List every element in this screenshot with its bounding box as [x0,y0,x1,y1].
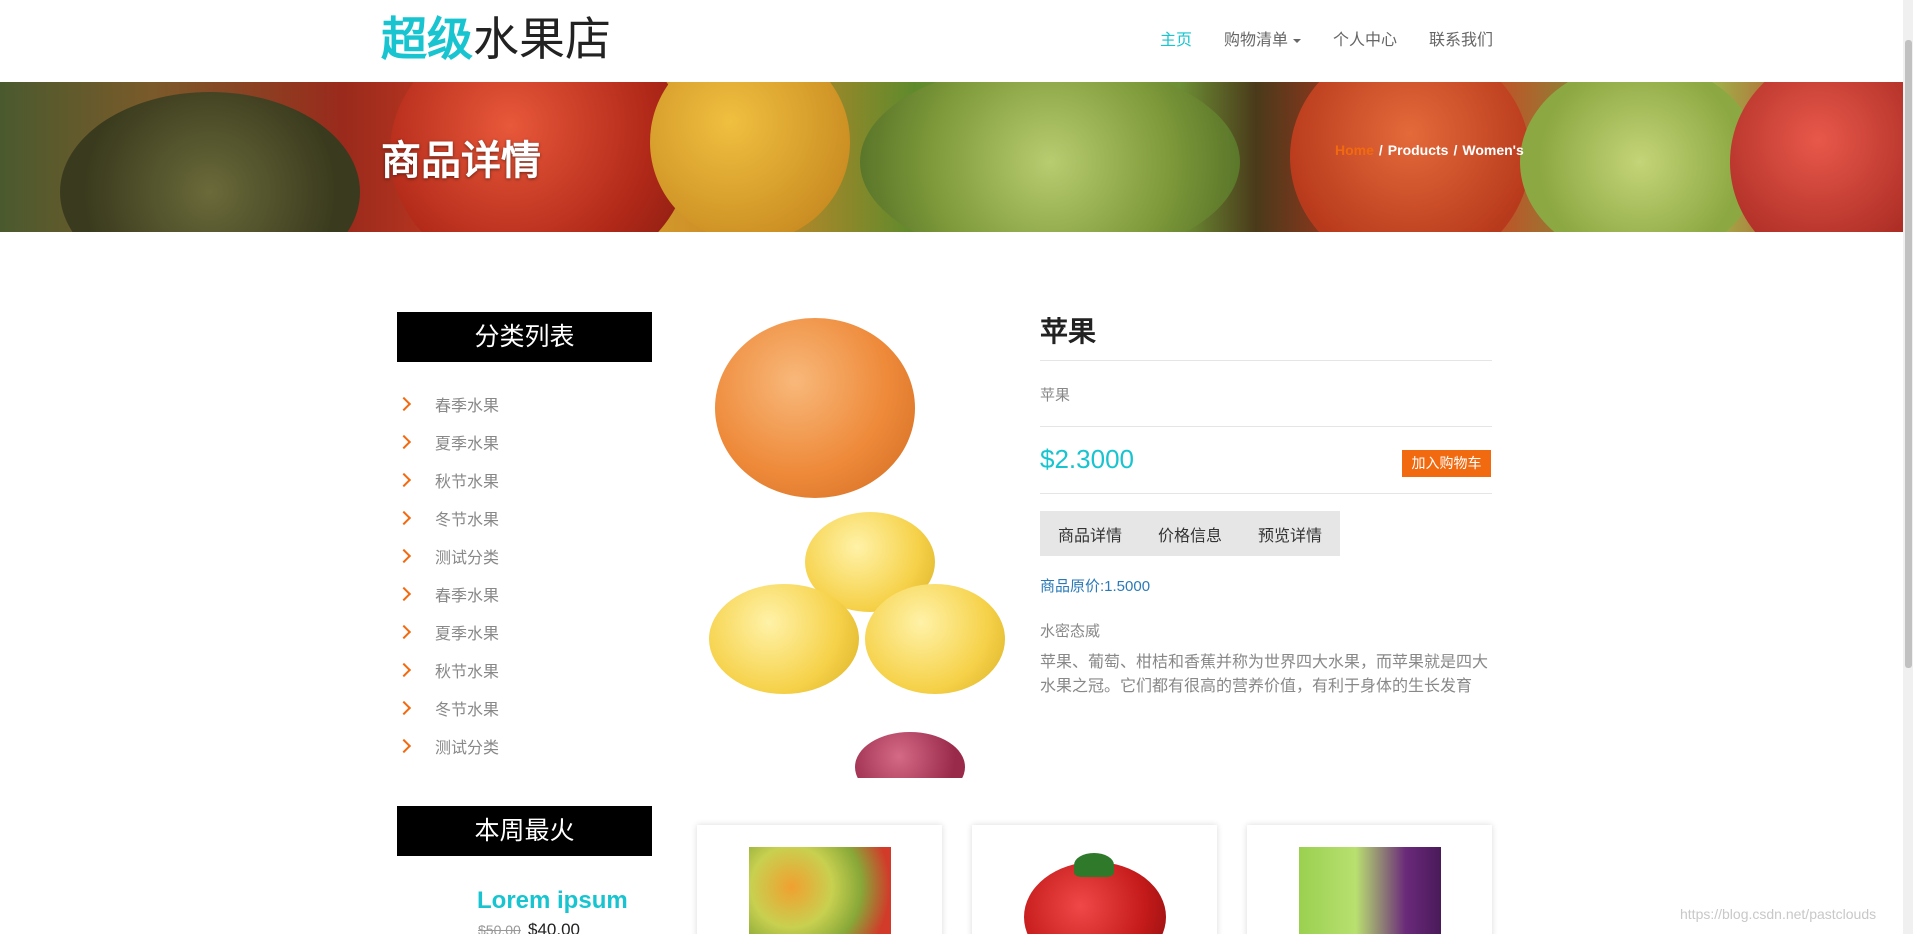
chevron-right-icon [396,738,412,754]
pineapple-image [60,92,360,232]
chevron-right-icon [396,396,412,412]
tomato-stem-shape [1074,853,1114,877]
product-image [705,312,1007,778]
watermark: https://blog.csdn.net/pastclouds [1680,906,1877,922]
main-nav: 主页 购物清单 个人中心 联系我们 [1160,26,1493,50]
product-tabs: 商品详情 价格信息 预览详情 [1040,511,1340,556]
category-item[interactable]: 测试分类 [396,537,500,575]
category-label: 秋节水果 [435,474,500,491]
original-price: 商品原价:1.5000 [1040,578,1151,595]
chevron-right-icon [396,434,412,450]
category-item[interactable]: 冬节水果 [396,689,500,727]
page-title: 商品详情 [381,139,541,183]
lemon-shape [709,584,859,694]
divider [1040,360,1492,361]
product-name: 苹果 [1040,316,1097,347]
chevron-right-icon [396,472,412,488]
logo-text-primary: 超级 [381,13,473,65]
product-card[interactable] [697,825,942,934]
category-label: 秋节水果 [435,664,500,681]
category-label: 测试分类 [435,550,500,567]
category-label: 夏季水果 [435,436,500,453]
product-card[interactable] [1247,825,1492,934]
chevron-right-icon [396,662,412,678]
product-description: 苹果、葡萄、柑桔和香蕉并称为世界四大水果，而苹果就是四大水果之冠。它们都有很高的… [1040,654,1489,695]
category-label: 冬节水果 [435,512,500,529]
category-label: 春季水果 [435,588,500,605]
nav-personal-center[interactable]: 个人中心 [1333,26,1397,50]
tangerine-shape [715,318,915,498]
nav-home[interactable]: 主页 [1160,26,1192,50]
category-label: 冬节水果 [435,702,500,719]
chevron-right-icon [396,510,412,526]
breadcrumb-current: Women's [1462,142,1524,158]
category-item[interactable]: 春季水果 [396,575,500,613]
divider [1040,493,1492,494]
category-label: 春季水果 [435,398,500,415]
green-grapes-image [1520,82,1760,232]
category-list: 春季水果 夏季水果 秋节水果 冬节水果 测试分类 春季水果 夏季水果 秋节水果 … [396,385,500,765]
site-logo[interactable]: 超级水果店 [381,12,611,66]
logo-text-secondary: 水果店 [473,13,611,65]
site-header: 超级水果店 主页 购物清单 个人中心 联系我们 [0,0,1903,82]
grapes-image [860,82,1240,232]
category-item[interactable]: 秋节水果 [396,651,500,689]
tab-product-details[interactable]: 商品详情 [1040,522,1140,546]
category-item[interactable]: 测试分类 [396,727,500,765]
hot-item-title[interactable]: Lorem ipsum [477,887,628,915]
red-apple-image [1730,82,1903,232]
scrollbar-thumb[interactable] [1905,40,1912,668]
nav-shopping-list-label: 购物清单 [1224,32,1289,49]
product-card[interactable] [972,825,1217,934]
grapes-shape [855,732,965,778]
tab-price-info[interactable]: 价格信息 [1140,522,1240,546]
product-card-image [1299,847,1441,934]
caret-down-icon [1293,38,1302,43]
hot-item-old-price: $50.00 [478,922,521,934]
category-label: 测试分类 [435,740,500,757]
chevron-right-icon [396,624,412,640]
product-subtitle: 苹果 [1040,387,1071,404]
add-to-cart-button[interactable]: 加入购物车 [1402,450,1491,477]
breadcrumb-home[interactable]: Home [1335,142,1374,158]
chevron-right-icon [396,586,412,602]
lemon-shape [865,584,1005,694]
category-item[interactable]: 春季水果 [396,385,500,423]
product-card-image [1024,847,1166,934]
category-item[interactable]: 夏季水果 [396,613,500,651]
category-label: 夏季水果 [435,626,500,643]
hot-item-new-price: $40.00 [528,920,580,934]
category-item[interactable]: 夏季水果 [396,423,500,461]
product-price: $2.3000 [1040,444,1134,474]
chevron-right-icon [396,700,412,716]
tab-preview-details[interactable]: 预览详情 [1240,522,1340,546]
breadcrumb: Home / Products / Women's [1335,142,1524,158]
product-label: 水密态威 [1040,623,1101,640]
breadcrumb-separator: / [1453,142,1458,158]
category-item[interactable]: 冬节水果 [396,499,500,537]
divider [1040,426,1492,427]
category-heading: 分类列表 [397,312,652,362]
nav-contact-us[interactable]: 联系我们 [1429,26,1493,50]
nav-shopping-list[interactable]: 购物清单 [1224,26,1302,50]
page-banner: 商品详情 Home / Products / Women's [0,82,1903,232]
product-card-image [749,847,891,934]
chevron-right-icon [396,548,412,564]
orange-image [650,82,850,232]
hot-heading: 本周最火 [397,806,652,856]
category-item[interactable]: 秋节水果 [396,461,500,499]
breadcrumb-separator: / [1378,142,1383,158]
breadcrumb-products[interactable]: Products [1388,142,1449,158]
